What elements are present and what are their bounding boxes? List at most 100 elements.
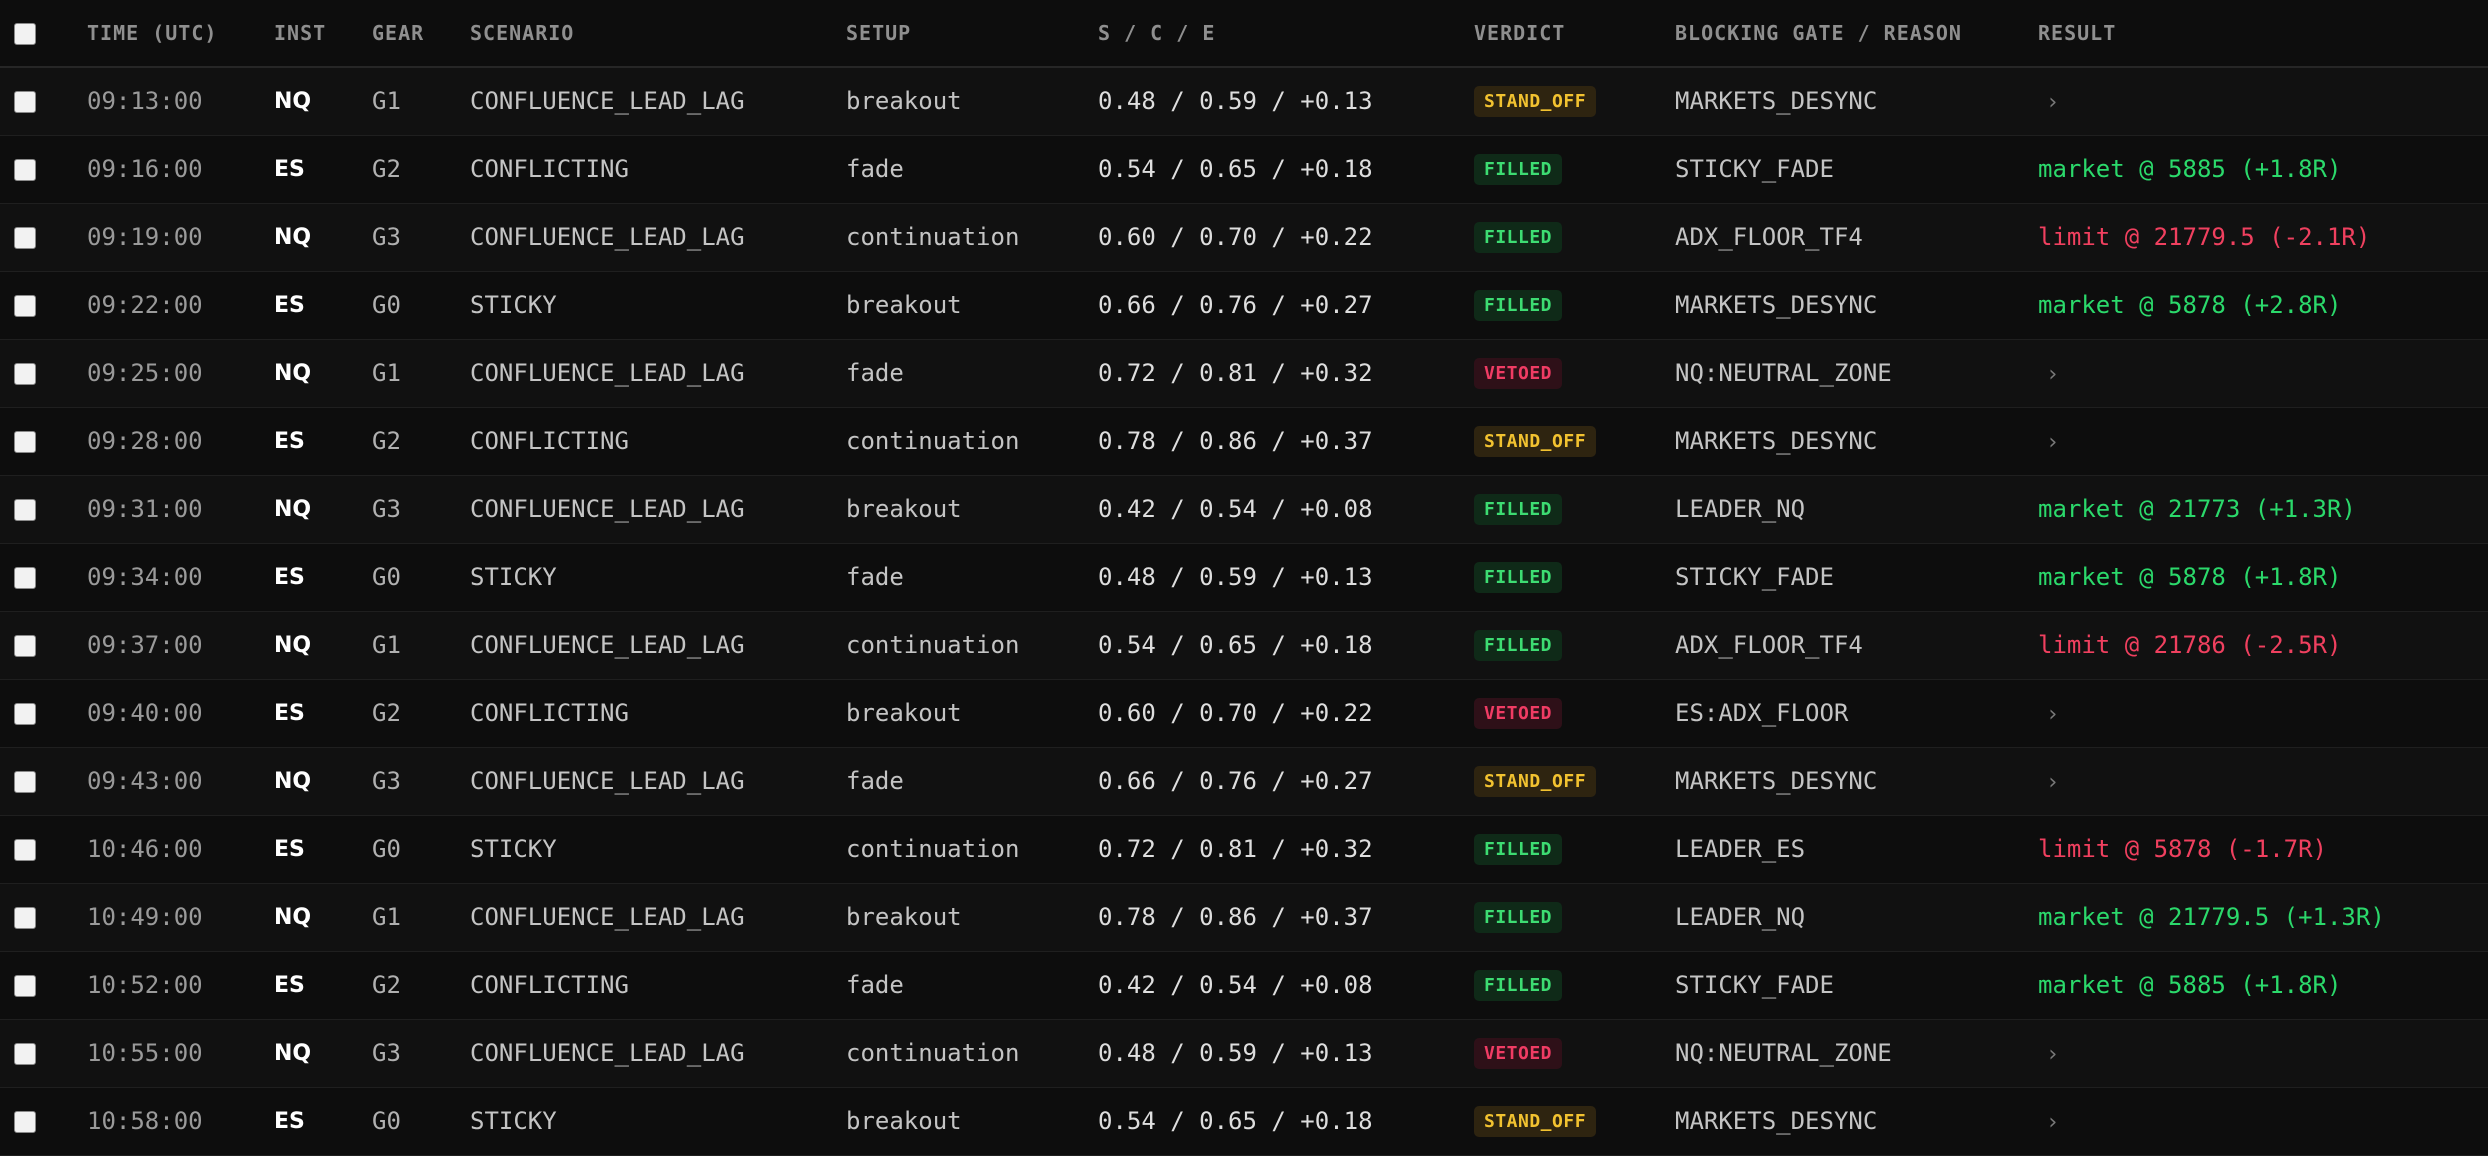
table-row[interactable]: 10:52:00 ES G2 CONFLICTING fade 0.42 / 0.54 /… xyxy=(0,951,2488,1019)
reason-cell: LEADER_ES xyxy=(1675,835,1806,863)
column-header-sce[interactable]: S / C / E xyxy=(1098,0,1474,68)
row-checkbox[interactable] xyxy=(14,771,36,793)
chevron-right-icon[interactable]: › xyxy=(2038,770,2059,795)
result-cell: market @ 5878 (+2.8R) xyxy=(2038,271,2488,339)
row-checkbox[interactable] xyxy=(14,635,36,657)
row-checkbox[interactable] xyxy=(14,295,36,317)
inst-cell: NQ xyxy=(274,768,312,794)
row-select-cell xyxy=(0,1087,87,1155)
table-row[interactable]: 09:37:00 NQ G1 CONFLUENCE_LEAD_LAG continuat… xyxy=(0,611,2488,679)
result-text: market @ 21773 (+1.3R) xyxy=(2038,495,2356,523)
chevron-right-icon[interactable]: › xyxy=(2038,702,2059,727)
verdict-cell: FILLED xyxy=(1474,815,1675,883)
column-header-verdict[interactable]: VERDICT xyxy=(1474,0,1675,68)
sce-cell: 0.78 / 0.86 / +0.37 xyxy=(1098,903,1373,931)
verdict-badge: VETOED xyxy=(1474,698,1563,729)
row-select-cell xyxy=(0,883,87,951)
table-row[interactable]: 09:40:00 ES G2 CONFLICTING breakout 0.60 / 0.… xyxy=(0,679,2488,747)
time-cell: 09:25:00 xyxy=(87,359,203,387)
table-row[interactable]: 09:34:00 ES G0 STICKY fade 0.48 / 0.59 / +0.1… xyxy=(0,543,2488,611)
row-checkbox[interactable] xyxy=(14,839,36,861)
table-row[interactable]: 10:46:00 ES G0 STICKY continuation 0.72 / 0.8… xyxy=(0,815,2488,883)
row-checkbox[interactable] xyxy=(14,159,36,181)
result-cell: market @ 5885 (+1.8R) xyxy=(2038,951,2488,1019)
column-header-time[interactable]: TIME (UTC) xyxy=(87,0,274,68)
select-all-checkbox[interactable] xyxy=(14,23,36,46)
inst-cell: ES xyxy=(274,292,305,318)
verdict-badge: STAND_OFF xyxy=(1474,1106,1597,1137)
table-row[interactable]: 09:25:00 NQ G1 CONFLUENCE_LEAD_LAG fade 0.72 … xyxy=(0,339,2488,407)
time-cell: 10:49:00 xyxy=(87,903,203,931)
row-select-cell xyxy=(0,203,87,271)
row-checkbox[interactable] xyxy=(14,703,36,725)
column-header-result[interactable]: RESULT xyxy=(2038,0,2488,68)
row-checkbox[interactable] xyxy=(14,499,36,521)
table-row[interactable]: 10:55:00 NQ G3 CONFLUENCE_LEAD_LAG continuat… xyxy=(0,1019,2488,1087)
trade-decisions-table: TIME (UTC) INST GEAR SCENARIO SETUP S / … xyxy=(0,0,2488,1156)
column-header-gear[interactable]: GEAR xyxy=(372,0,470,68)
row-checkbox[interactable] xyxy=(14,227,36,249)
row-checkbox[interactable] xyxy=(14,1043,36,1065)
result-cell: limit @ 21779.5 (-2.1R) xyxy=(2038,203,2488,271)
setup-cell: continuation xyxy=(846,631,1020,659)
reason-cell: STICKY_FADE xyxy=(1675,971,1834,999)
row-checkbox[interactable] xyxy=(14,567,36,589)
reason-cell: STICKY_FADE xyxy=(1675,155,1834,183)
gear-cell: G1 xyxy=(372,359,401,387)
time-cell: 09:37:00 xyxy=(87,631,203,659)
gear-cell: G2 xyxy=(372,427,401,455)
table-row[interactable]: 09:22:00 ES G0 STICKY breakout 0.66 / 0.76 / … xyxy=(0,271,2488,339)
row-select-cell xyxy=(0,815,87,883)
row-checkbox[interactable] xyxy=(14,91,36,114)
reason-cell: ADX_FLOOR_TF4 xyxy=(1675,631,1863,659)
table-row[interactable]: 10:49:00 NQ G1 CONFLUENCE_LEAD_LAG breakout 0… xyxy=(0,883,2488,951)
row-checkbox[interactable] xyxy=(14,363,36,385)
inst-cell: NQ xyxy=(274,904,312,930)
reason-cell: MARKETS_DESYNC xyxy=(1675,291,1878,319)
row-select-cell xyxy=(0,135,87,203)
table-row[interactable]: 09:28:00 ES G2 CONFLICTING continuation 0.78 … xyxy=(0,407,2488,475)
reason-cell: NQ:NEUTRAL_ZONE xyxy=(1675,1039,1892,1067)
result-cell: market @ 21779.5 (+1.3R) xyxy=(2038,883,2488,951)
table-row[interactable]: 10:58:00 ES G0 STICKY breakout 0.54 / 0.65 / … xyxy=(0,1087,2488,1155)
column-header-inst[interactable]: INST xyxy=(274,0,372,68)
inst-cell: NQ xyxy=(274,88,312,114)
column-header-setup[interactable]: SETUP xyxy=(846,0,1098,68)
chevron-right-icon[interactable]: › xyxy=(2038,90,2059,115)
column-header-reason[interactable]: BLOCKING GATE / REASON xyxy=(1675,0,2038,68)
row-select-cell xyxy=(0,407,87,475)
result-text: market @ 5885 (+1.8R) xyxy=(2038,155,2342,183)
time-cell: 10:46:00 xyxy=(87,835,203,863)
table-row[interactable]: 09:16:00 ES G2 CONFLICTING fade 0.54 / 0.65 /… xyxy=(0,135,2488,203)
reason-cell: MARKETS_DESYNC xyxy=(1675,1107,1878,1135)
row-checkbox[interactable] xyxy=(14,907,36,929)
result-cell: › xyxy=(2038,1019,2488,1087)
chevron-right-icon[interactable]: › xyxy=(2038,1042,2059,1067)
scenario-cell: STICKY xyxy=(470,835,557,863)
table-row[interactable]: 09:43:00 NQ G3 CONFLUENCE_LEAD_LAG fade 0.66 … xyxy=(0,747,2488,815)
table-row[interactable]: 09:13:00 NQ G1 CONFLUENCE_LEAD_LAG breakout 0… xyxy=(0,67,2488,135)
column-header-scenario[interactable]: SCENARIO xyxy=(470,0,846,68)
gear-cell: G0 xyxy=(372,1107,401,1135)
row-checkbox[interactable] xyxy=(14,1111,36,1133)
chevron-right-icon[interactable]: › xyxy=(2038,362,2059,387)
gear-cell: G0 xyxy=(372,835,401,863)
sce-cell: 0.42 / 0.54 / +0.08 xyxy=(1098,495,1373,523)
verdict-badge: FILLED xyxy=(1474,902,1563,933)
scenario-cell: CONFLUENCE_LEAD_LAG xyxy=(470,631,745,659)
result-text: limit @ 21786 (-2.5R) xyxy=(2038,631,2342,659)
row-checkbox[interactable] xyxy=(14,975,36,997)
result-text: limit @ 5878 (-1.7R) xyxy=(2038,835,2327,863)
verdict-cell: FILLED xyxy=(1474,951,1675,1019)
verdict-badge: FILLED xyxy=(1474,154,1563,185)
chevron-right-icon[interactable]: › xyxy=(2038,1110,2059,1135)
table-row[interactable]: 09:19:00 NQ G3 CONFLUENCE_LEAD_LAG continuat… xyxy=(0,203,2488,271)
table-row[interactable]: 09:31:00 NQ G3 CONFLUENCE_LEAD_LAG breakout 0… xyxy=(0,475,2488,543)
time-cell: 09:34:00 xyxy=(87,563,203,591)
verdict-cell: FILLED xyxy=(1474,203,1675,271)
verdict-cell: STAND_OFF xyxy=(1474,1087,1675,1155)
row-checkbox[interactable] xyxy=(14,431,36,453)
inst-cell: ES xyxy=(274,428,305,454)
verdict-cell: VETOED xyxy=(1474,1019,1675,1087)
chevron-right-icon[interactable]: › xyxy=(2038,430,2059,455)
